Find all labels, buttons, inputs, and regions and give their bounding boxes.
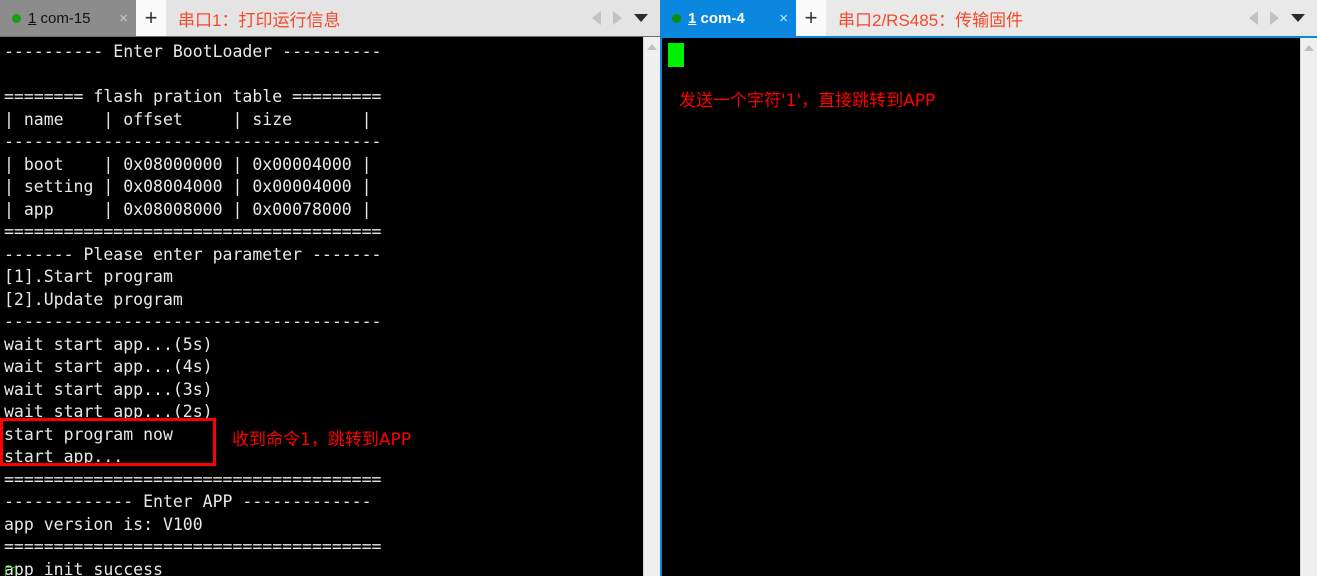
tab-label: 1 com-15 bbox=[28, 10, 106, 27]
right-tab-bar: 1 com-4 × + 串口2/RS485：传输固件 bbox=[660, 0, 1317, 36]
tab-com-15[interactable]: 1 com-15 × bbox=[0, 0, 136, 36]
connection-status-dot-icon bbox=[12, 13, 21, 23]
left-terminal-text: ---------- Enter BootLoader ---------- =… bbox=[4, 42, 382, 576]
annotation-right: 发送一个字符'1'，直接跳转到APP bbox=[679, 91, 936, 111]
terminal-cursor bbox=[668, 43, 684, 67]
terminal-cursor bbox=[5, 567, 16, 576]
left-tab-bar: 1 com-15 × + 串口1：打印运行信息 bbox=[0, 0, 660, 36]
tab-port-name: com-4 bbox=[696, 9, 745, 27]
chevron-down-icon[interactable] bbox=[634, 14, 648, 22]
connection-status-dot-icon bbox=[672, 13, 681, 23]
annotation-left: 收到命令1，跳转到APP bbox=[232, 430, 411, 450]
scroll-up-icon[interactable] bbox=[1304, 45, 1314, 51]
add-tab-button[interactable]: + bbox=[796, 0, 826, 36]
chevron-down-icon[interactable] bbox=[1291, 14, 1305, 22]
right-terminal-area: 发送一个字符'1'，直接跳转到APP bbox=[660, 36, 1317, 576]
right-serial-panel: 1 com-4 × + 串口2/RS485：传输固件 发送一个字符'1'，直接跳… bbox=[660, 0, 1317, 576]
tab-com-4[interactable]: 1 com-4 × bbox=[660, 0, 796, 36]
left-scrollbar[interactable] bbox=[643, 37, 660, 576]
right-terminal-text bbox=[662, 38, 1300, 42]
chevron-left-icon[interactable] bbox=[592, 11, 601, 25]
chevron-left-icon[interactable] bbox=[1249, 11, 1258, 25]
tab-port-name: com-15 bbox=[36, 9, 91, 27]
tab-label: 1 com-4 bbox=[688, 10, 766, 27]
add-tab-button[interactable]: + bbox=[136, 0, 166, 36]
serial-terminal-app: 1 com-15 × + 串口1：打印运行信息 ---------- Enter… bbox=[0, 0, 1317, 576]
close-icon[interactable]: × bbox=[113, 11, 128, 26]
chevron-right-icon[interactable] bbox=[613, 11, 622, 25]
left-panel-title: 串口1：打印运行信息 bbox=[178, 10, 341, 30]
right-panel-title: 串口2/RS485：传输固件 bbox=[838, 10, 1024, 30]
close-icon[interactable]: × bbox=[773, 11, 788, 26]
left-tab-nav bbox=[592, 0, 660, 36]
right-terminal-output[interactable]: 发送一个字符'1'，直接跳转到APP bbox=[662, 38, 1300, 576]
left-terminal-output[interactable]: ---------- Enter BootLoader ---------- =… bbox=[0, 37, 643, 576]
left-serial-panel: 1 com-15 × + 串口1：打印运行信息 ---------- Enter… bbox=[0, 0, 660, 576]
left-terminal-area: ---------- Enter BootLoader ---------- =… bbox=[0, 36, 660, 576]
right-tab-nav bbox=[1249, 0, 1317, 36]
scroll-up-icon[interactable] bbox=[647, 44, 657, 50]
chevron-right-icon[interactable] bbox=[1270, 11, 1279, 25]
right-scrollbar[interactable] bbox=[1300, 38, 1317, 576]
